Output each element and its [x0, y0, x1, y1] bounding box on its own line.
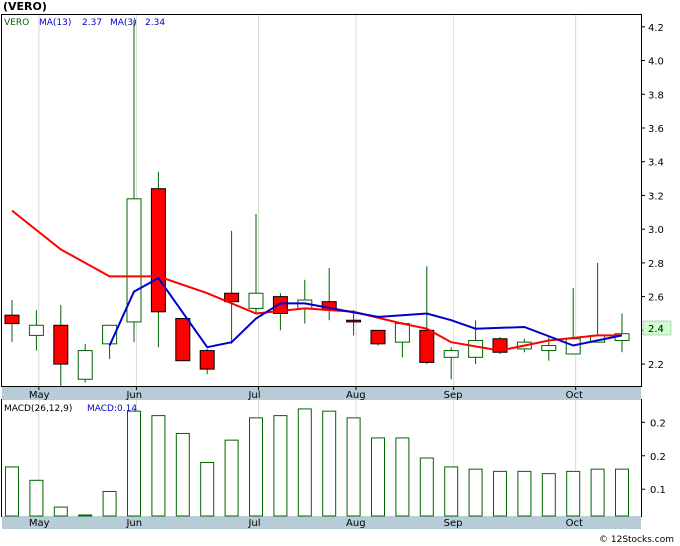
price-y-tick-label: 4.2 [648, 23, 664, 34]
price-x-month-label: Jul [247, 390, 260, 401]
legend-ma3-value: 2.34 [145, 18, 165, 28]
price-x-month-label: May [29, 390, 50, 401]
candle-body [199, 350, 215, 370]
stock-chart: 2.2 2.4 2.6 2.8 3.0 3.2 3.4 3.6 3.8 4.0 4.2 May May J… [1, 14, 672, 529]
macd-bar [175, 432, 190, 517]
legend-ma13-value: 2.37 [82, 18, 102, 28]
price-y-tick-label: 3.0 [648, 225, 664, 236]
macd-y-tick-label: 0.2 [650, 418, 666, 429]
macd-bar [200, 461, 215, 517]
price-x-month-label: Oct [566, 390, 583, 401]
macd-x-month-label: Sep [444, 518, 463, 529]
macd-x-month-label: Aug [346, 518, 366, 529]
candle-body [468, 339, 484, 358]
legend-ma3-label: MA(3) [110, 18, 137, 28]
candle-body [150, 188, 166, 313]
macd-bar [371, 437, 385, 517]
price-x-month-label: Sep [444, 390, 463, 401]
macd-bar [127, 410, 141, 517]
legend-macd-label: MACD(26,12,9) [4, 404, 72, 414]
legend-macd-value: MACD:0.14 [87, 404, 137, 414]
candle-body [248, 292, 264, 309]
legend-ma13-label: MA(13) [39, 18, 71, 28]
macd-bar [273, 415, 288, 517]
macd-bar [29, 479, 44, 517]
price-y-tick-label: 3.8 [648, 90, 664, 101]
macd-bar [102, 490, 117, 517]
candle-body [346, 319, 362, 323]
price-x-axis-band [2, 387, 641, 400]
macd-x-month-label: Oct [566, 518, 583, 529]
macd-bar [297, 408, 312, 517]
macd-bar [224, 439, 239, 517]
price-y-tick-label: 2.2 [648, 360, 664, 371]
macd-x-month-label: Jul [247, 518, 260, 529]
source-credit: © 12Stocks.com [599, 535, 674, 545]
macd-x-axis-band [2, 516, 641, 529]
candle-body [28, 324, 44, 336]
macd-bar [249, 417, 263, 517]
macd-bar [590, 468, 605, 517]
macd-y-tick-label: 0.2 [650, 452, 666, 463]
macd-bar [78, 514, 93, 517]
price-panel-frame [1, 14, 642, 387]
macd-x-month-label: Jun [125, 518, 142, 529]
macd-bar [53, 506, 68, 517]
price-y-tick-label: 2.6 [648, 293, 664, 304]
price-y-tick-label: 2.8 [648, 259, 664, 270]
macd-bar [468, 468, 483, 517]
macd-bar [5, 466, 19, 517]
candle-body [419, 329, 435, 363]
macd-y-tick-label: 0.1 [650, 485, 666, 496]
candle-body [4, 314, 20, 325]
legend-ticker: VERO [4, 18, 29, 28]
macd-bar [566, 470, 581, 517]
price-y-tick-label: 3.6 [648, 124, 664, 135]
macd-x-month-label: May [29, 518, 50, 529]
macd-bar [444, 466, 459, 517]
price-y-tick-label: 3.4 [648, 158, 664, 169]
macd-bar [517, 470, 532, 517]
candle-body [53, 324, 69, 365]
price-x-month-label: Aug [346, 390, 366, 401]
price-y-tick-label: 4.0 [648, 57, 664, 68]
macd-bar [395, 437, 410, 517]
candle-body [394, 323, 410, 343]
macd-bar [493, 470, 507, 517]
price-y-tick-label: 3.2 [648, 191, 664, 202]
candle-body [443, 350, 459, 358]
macd-bar [346, 417, 361, 517]
macd-bar [541, 473, 556, 517]
candle-body [175, 318, 191, 362]
last-price-tag: 2.4 [648, 324, 664, 335]
candle-body [370, 329, 386, 345]
macd-bar [615, 468, 629, 517]
price-x-month-label: Jun [125, 390, 142, 401]
candle-body [541, 345, 557, 352]
macd-bar [419, 457, 434, 517]
macd-bar [322, 410, 337, 517]
macd-bar [151, 415, 166, 517]
candle-body [77, 350, 93, 380]
